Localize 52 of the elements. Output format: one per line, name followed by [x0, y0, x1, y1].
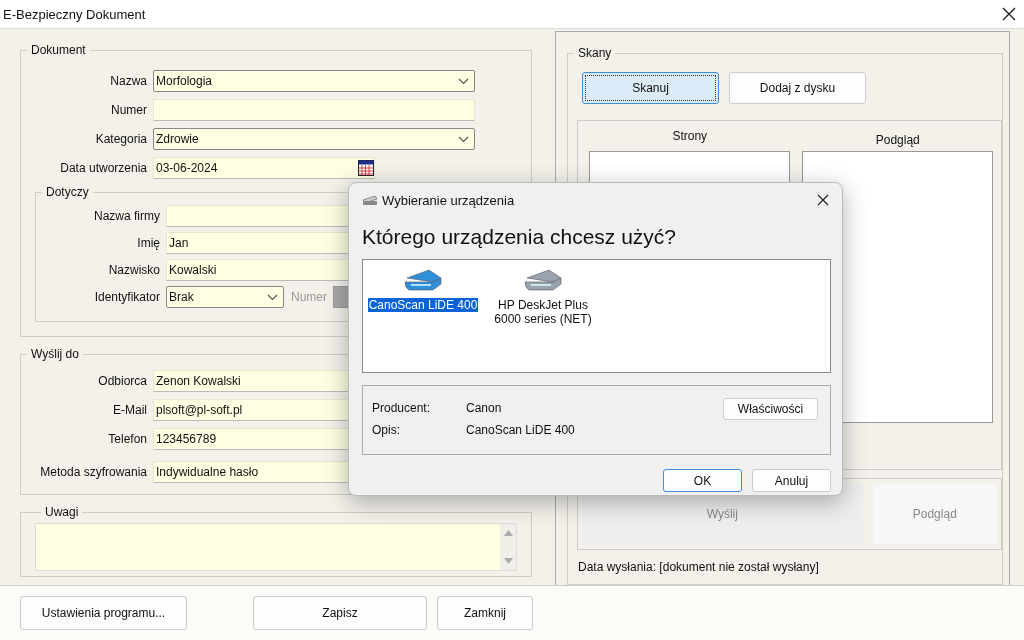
dialog-title: Wybieranie urządzenia [382, 192, 516, 208]
chevron-down-icon [458, 77, 469, 85]
dropdown[interactable]: Brak [166, 286, 284, 308]
field-label: Kategoria [94, 132, 148, 146]
chevron-down-icon [267, 293, 278, 301]
button[interactable]: Zapisz [253, 596, 427, 630]
button[interactable]: Anuluj [752, 469, 831, 492]
dropdown[interactable]: Zdrowie [153, 128, 475, 150]
group-label: Uwagi [44, 505, 80, 519]
field-label: E-Mail [112, 403, 148, 417]
field-label: Nazwa firmy [93, 209, 161, 223]
chevron-down-icon [458, 135, 469, 143]
scrollbar[interactable] [500, 524, 516, 570]
group-label: Dokument [30, 43, 87, 57]
close-button[interactable] [1002, 7, 1016, 21]
field-label: Identyfikator [93, 290, 161, 304]
button[interactable]: Dodaj z dysku [729, 72, 866, 104]
group-label: Dotyczy [45, 185, 90, 199]
field-label: Numer [110, 103, 148, 117]
field-label: Numer [291, 290, 327, 304]
status-text: Data wysłania: [dokument nie został wysłany] [578, 560, 820, 574]
device-item[interactable]: CanoScan LiDE 400 [367, 298, 479, 312]
field-label: Odbiorca [97, 374, 148, 388]
date-field[interactable]: 03-06-2024 [153, 157, 375, 179]
calendar-icon [358, 160, 374, 176]
button[interactable]: OK [663, 469, 742, 492]
device-item[interactable]: HP DeskJet Plus 6000 series (NET) [483, 298, 603, 326]
field-label: Nazwa [109, 74, 148, 88]
input-field[interactable] [153, 99, 475, 121]
column-label: Strony [672, 129, 708, 143]
close-icon [1002, 7, 1016, 21]
button[interactable]: Ustawienia programu... [20, 596, 187, 630]
field-label: Nazwisko [107, 263, 161, 277]
field-label: Telefon [107, 432, 148, 446]
close-icon [817, 194, 829, 206]
field-label: Data utworzenia [59, 161, 148, 175]
column-label: Podgląd [875, 133, 920, 147]
field-label: Imię [136, 236, 161, 250]
button[interactable]: Skanuj [582, 72, 719, 104]
notes-field[interactable] [35, 523, 517, 571]
scroll-down-icon [503, 558, 513, 564]
button[interactable]: Zamknij [437, 596, 533, 630]
scroll-up-icon [503, 530, 513, 536]
properties-button[interactable]: Właściwości [723, 398, 818, 420]
close-button[interactable] [817, 194, 829, 206]
scanner-icon [362, 194, 378, 206]
dropdown[interactable]: Morfologia [153, 70, 475, 92]
detail-label: Producent: [372, 401, 432, 415]
group-label: Skany [577, 46, 613, 60]
group-label: Wyślij do [30, 347, 80, 361]
window-title: E-Bezpieczny Dokument [3, 6, 146, 22]
field-label: Metoda szyfrowania [39, 465, 148, 479]
